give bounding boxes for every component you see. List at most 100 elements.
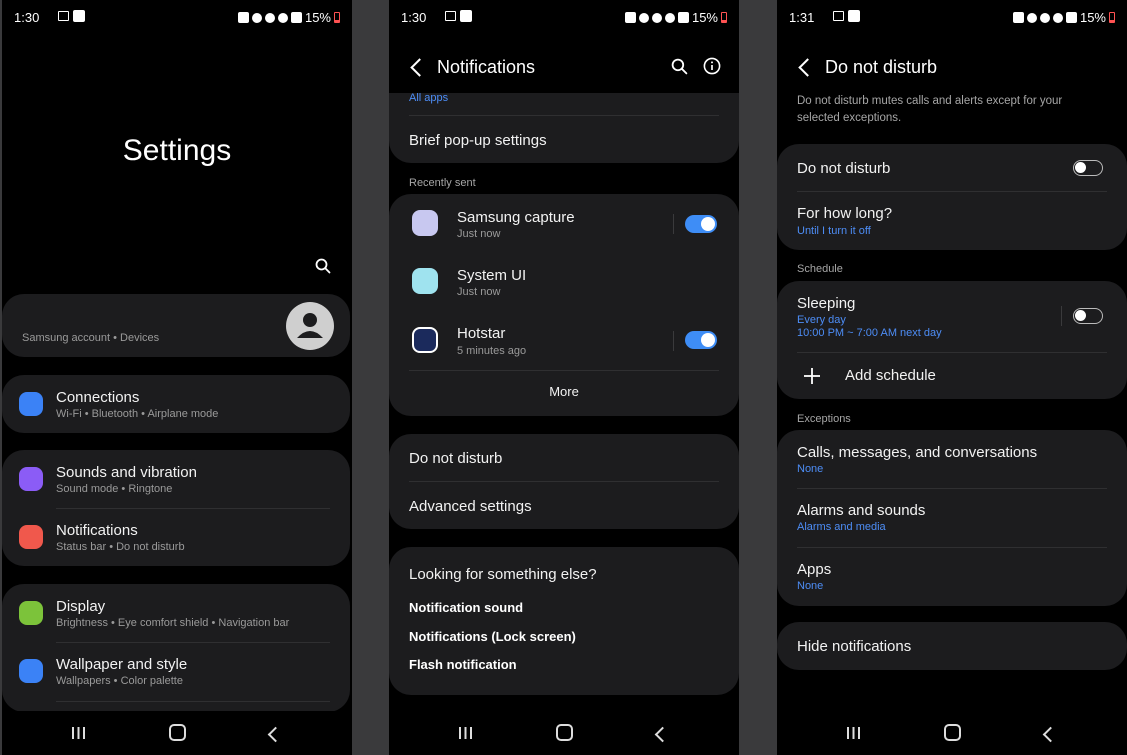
bluetooth-icon	[1039, 12, 1050, 23]
lock-screen-notifications-link[interactable]: Notifications (Lock screen)	[409, 629, 576, 644]
brief-popup-settings[interactable]: Brief pop-up settings	[409, 132, 547, 149]
settings-item-subtitle: Wi-Fi • Bluetooth • Airplane mode	[56, 408, 219, 420]
search-icon[interactable]	[671, 58, 688, 75]
settings-item-notifications[interactable]: Notifications Status bar • Do not distur…	[2, 508, 350, 566]
speaker-icon	[19, 467, 43, 491]
back-arrow-icon[interactable]	[410, 58, 429, 77]
bluetooth-icon	[651, 12, 662, 23]
recently-sent-header: Recently sent	[409, 177, 476, 189]
nfc-icon	[237, 12, 249, 23]
system-ui-icon	[412, 268, 438, 294]
dnd-toggle-label: Do not disturb	[797, 160, 891, 177]
settings-item-title: Display	[56, 598, 106, 615]
exception-item[interactable]: Calls, messages, and conversations None	[777, 430, 1127, 488]
back-button[interactable]	[267, 726, 284, 743]
gallery-icon	[833, 11, 844, 21]
settings-item-display[interactable]: Display Brightness • Eye comfort shield …	[2, 584, 350, 642]
battery-percent: 15%	[304, 10, 331, 25]
settings-item-connections[interactable]: Connections Wi-Fi • Bluetooth • Airplane…	[2, 375, 350, 433]
avatar[interactable]	[286, 302, 334, 350]
app-time: Just now	[457, 286, 501, 298]
home-button[interactable]	[169, 724, 186, 741]
settings-item-title: Notifications	[56, 522, 138, 539]
dnd-toggle[interactable]	[1073, 160, 1103, 176]
recent-app-row[interactable]: System UI Just now	[389, 252, 739, 310]
back-arrow-icon[interactable]	[798, 58, 817, 77]
more-button[interactable]: More	[389, 384, 739, 399]
home-button[interactable]	[944, 724, 961, 741]
recent-app-row[interactable]: Samsung capture Just now	[389, 194, 739, 252]
page-title: Settings	[122, 134, 232, 167]
wifi-signal-icon	[277, 12, 288, 23]
gallery-icon	[58, 11, 69, 21]
recents-button[interactable]	[459, 727, 472, 739]
plus-icon	[804, 368, 820, 384]
divider	[56, 701, 330, 702]
app-name: Hotstar	[457, 325, 506, 342]
exception-value: None	[797, 463, 824, 475]
navigation-bar	[2, 711, 352, 755]
samsung-capture-icon	[412, 210, 438, 236]
samsung-capture-toggle[interactable]	[685, 215, 717, 233]
add-schedule-button[interactable]: Add schedule	[777, 353, 1127, 399]
advanced-settings-item[interactable]: Advanced settings	[409, 498, 532, 515]
for-how-long-item[interactable]: For how long? Until I turn it off	[777, 194, 1127, 248]
exception-title: Apps	[797, 561, 832, 578]
sleeping-title: Sleeping	[797, 295, 856, 312]
looking-heading: Looking for something else?	[409, 566, 597, 583]
account-card[interactable]: Samsung account • Devices	[2, 294, 350, 357]
cell-signal-icon	[677, 12, 689, 23]
info-icon[interactable]	[703, 57, 721, 75]
do-not-disturb-screen: 1:31 15% Do not disturb Do not disturb m…	[777, 0, 1127, 755]
recents-button[interactable]	[72, 727, 85, 739]
sleeping-time: 10:00 PM ~ 7:00 AM next day	[797, 327, 942, 339]
status-time: 1:31	[789, 10, 815, 25]
home-button[interactable]	[556, 724, 573, 741]
settings-item-title: Connections	[56, 389, 140, 406]
recently-sent-card: Samsung capture Just now System UI Just …	[389, 194, 739, 416]
status-time: 1:30	[14, 10, 40, 25]
app-name: System UI	[457, 267, 527, 284]
sleeping-schedule-item[interactable]: Sleeping Every day 10:00 PM ~ 7:00 AM ne…	[777, 281, 1127, 351]
settings-item-title: Sounds and vibration	[56, 464, 197, 481]
app-time: 5 minutes ago	[457, 345, 527, 357]
hotstar-icon	[412, 327, 438, 353]
notification-sound-link[interactable]: Notification sound	[409, 600, 523, 615]
gallery-icon	[445, 11, 456, 21]
separator	[673, 331, 674, 351]
exception-title: Alarms and sounds	[797, 502, 926, 519]
back-button[interactable]	[654, 726, 671, 743]
wifi-signal-icon	[1052, 12, 1063, 23]
recent-app-row[interactable]: Hotstar 5 minutes ago	[389, 311, 739, 369]
exception-item[interactable]: Apps None	[777, 547, 1127, 605]
settings-item-wallpaper[interactable]: Wallpaper and style Wallpapers • Color p…	[2, 642, 350, 700]
page-title: Notifications	[437, 57, 536, 77]
do-not-disturb-item[interactable]: Do not disturb	[409, 450, 502, 467]
exception-value: Alarms and media	[797, 521, 886, 533]
settings-item-sounds[interactable]: Sounds and vibration Sound mode • Ringto…	[2, 450, 350, 508]
status-time: 1:30	[401, 10, 427, 25]
hide-notifications-item[interactable]: Hide notifications	[797, 638, 911, 655]
for-how-long-value: Until I turn it off	[797, 225, 871, 237]
alarm-icon	[1026, 12, 1037, 23]
divider	[409, 481, 719, 482]
dnd-advanced-card: Do not disturb Advanced settings	[389, 434, 739, 529]
sleeping-toggle[interactable]	[1073, 308, 1103, 324]
wifi-signal-icon	[664, 12, 675, 23]
battery-percent: 15%	[1079, 10, 1106, 25]
flash-notification-link[interactable]: Flash notification	[409, 657, 517, 672]
exception-item[interactable]: Alarms and sounds Alarms and media	[777, 488, 1127, 546]
navigation-bar	[389, 711, 739, 755]
nfc-icon	[1012, 12, 1024, 23]
notifications-screen: 1:30 15% Notifications All apps Brief po…	[389, 0, 739, 755]
settings-screen: 1:30 15% Settings Samsung account • Devi…	[2, 0, 352, 755]
recents-button[interactable]	[847, 727, 860, 739]
all-apps-link[interactable]: All apps	[409, 92, 448, 104]
status-bar: 1:31 15%	[789, 8, 1115, 28]
hide-notifications-card: Hide notifications	[777, 622, 1127, 670]
hotstar-toggle[interactable]	[685, 331, 717, 349]
search-icon[interactable]	[315, 258, 331, 274]
separator	[673, 214, 674, 234]
schedule-header: Schedule	[797, 263, 843, 275]
back-button[interactable]	[1042, 726, 1059, 743]
